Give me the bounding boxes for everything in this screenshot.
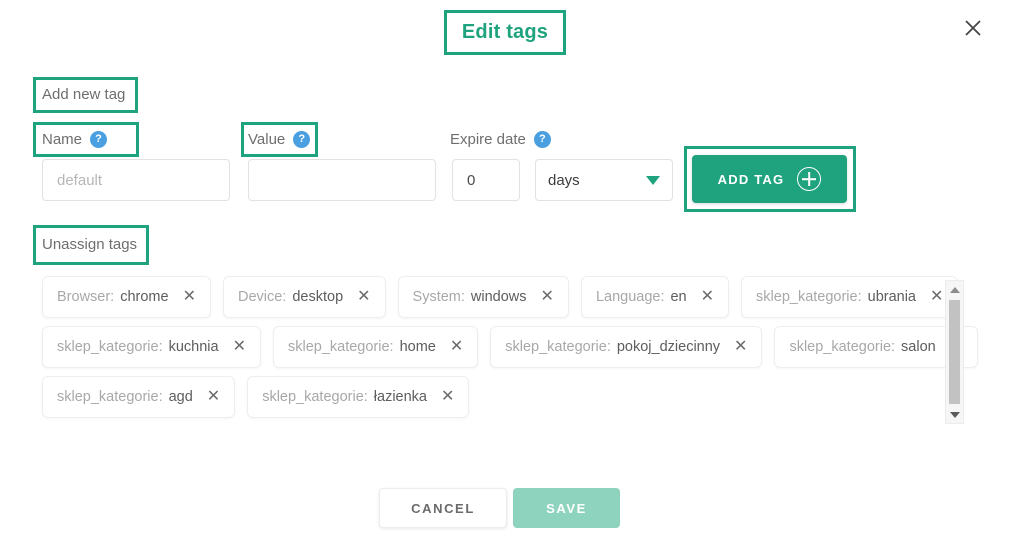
name-field-label: Name ?: [42, 131, 108, 148]
tag-chip[interactable]: Browser: chrome ✕: [42, 276, 211, 318]
scroll-up-button[interactable]: [946, 281, 963, 298]
unassign-tags-section-label: Unassign tags: [42, 236, 138, 253]
chevron-up-icon: [949, 286, 960, 293]
expire-date-field-label: Expire date ?: [450, 131, 551, 148]
tag-chip-value: ubrania: [867, 289, 916, 305]
expire-date-label-text: Expire date: [450, 131, 526, 148]
tag-chip-value: pokoj_dziecinny: [616, 339, 721, 355]
add-tag-button[interactable]: ADD TAG: [692, 155, 847, 203]
tag-chip-value: salon: [901, 339, 936, 355]
tag-chip-value: windows: [470, 289, 527, 305]
tag-remove-icon[interactable]: ✕: [233, 339, 246, 355]
tag-chip[interactable]: sklep_kategorie: kuchnia ✕: [42, 326, 261, 368]
edit-tags-dialog: Edit tags Add new tag Name ? Value ? Exp…: [0, 0, 1009, 548]
page-title: Edit tags: [461, 20, 549, 43]
tag-chip[interactable]: Language: en ✕: [580, 276, 730, 318]
tag-chip-key: sklep_kategorie:: [756, 289, 862, 305]
unassign-tags-list: Browser: chrome ✕ Device: desktop ✕ System: win…: [42, 276, 979, 424]
tag-remove-icon[interactable]: ✕: [357, 289, 370, 305]
chevron-down-icon: [646, 175, 660, 185]
tag-chip-value: kuchnia: [168, 339, 219, 355]
value-label-text: Value: [248, 131, 286, 148]
tag-remove-icon[interactable]: ✕: [207, 389, 220, 405]
tag-remove-icon[interactable]: ✕: [183, 289, 196, 305]
expire-date-help-icon[interactable]: ?: [533, 131, 551, 148]
tag-remove-icon[interactable]: ✕: [541, 289, 554, 305]
cancel-button[interactable]: CANCEL: [379, 488, 507, 528]
tag-chip[interactable]: sklep_kategorie: ubrania ✕: [741, 276, 959, 318]
tag-chip-row: Browser: chrome ✕ Device: desktop ✕ System: win…: [42, 276, 959, 318]
tag-chip[interactable]: Device: desktop ✕: [222, 276, 386, 318]
tag-remove-icon[interactable]: ✕: [701, 289, 714, 305]
add-tag-button-label: ADD TAG: [717, 171, 785, 187]
tag-chip-row: sklep_kategorie: agd ✕ sklep_kategorie: łazi…: [42, 376, 932, 418]
value-field-label: Value ?: [248, 131, 311, 148]
tag-value-input[interactable]: [248, 159, 436, 201]
tag-remove-icon[interactable]: ✕: [734, 339, 747, 355]
tag-chip[interactable]: sklep_kategorie: home ✕: [272, 326, 479, 368]
tag-chip[interactable]: sklep_kategorie: łazienka ✕: [247, 376, 470, 418]
tag-chip-value: home: [399, 339, 436, 355]
add-new-tag-section-label: Add new tag: [42, 86, 126, 103]
tag-name-input[interactable]: [42, 159, 230, 201]
tag-chip-key: sklep_kategorie:: [287, 339, 394, 355]
tag-remove-icon[interactable]: ✕: [930, 289, 943, 305]
save-button[interactable]: SAVE: [513, 488, 620, 528]
expire-unit-select[interactable]: days: [535, 159, 673, 201]
tag-chip[interactable]: sklep_kategorie: agd ✕: [42, 376, 236, 418]
tag-chip-value: chrome: [120, 289, 169, 305]
tag-chip-key: sklep_kategorie:: [262, 389, 368, 405]
tag-chip-key: Language:: [595, 289, 665, 305]
tag-chip-key: Browser:: [57, 289, 115, 305]
chevron-down-icon: [949, 411, 960, 418]
tag-chip-value: agd: [168, 389, 193, 405]
expire-unit-value: days: [548, 171, 580, 189]
scroll-down-button[interactable]: [946, 406, 963, 423]
tag-chip[interactable]: System: windows ✕: [397, 276, 569, 318]
tag-chip-key: sklep_kategorie:: [789, 339, 896, 355]
tag-chip-value: desktop: [292, 289, 344, 305]
tags-scrollbar[interactable]: [945, 280, 964, 424]
tag-chip-key: sklep_kategorie:: [505, 339, 611, 355]
tag-chip-row: sklep_kategorie: kuchnia ✕ sklep_kategorie:…: [42, 326, 979, 368]
tag-chip-key: Device:: [237, 289, 287, 305]
close-icon[interactable]: [957, 12, 989, 44]
tag-chip-key: System:: [412, 289, 465, 305]
tag-chip-key: sklep_kategorie:: [57, 339, 163, 355]
tag-chip-key: sklep_kategorie:: [57, 389, 163, 405]
tag-chip-value: łazienka: [373, 389, 427, 405]
name-label-text: Name: [42, 131, 83, 148]
plus-circle-icon: [797, 167, 822, 191]
tag-chip-value: en: [670, 289, 687, 305]
tag-remove-icon[interactable]: ✕: [441, 389, 454, 405]
value-help-icon[interactable]: ?: [293, 131, 311, 148]
scrollbar-thumb[interactable]: [949, 300, 960, 404]
tag-remove-icon[interactable]: ✕: [450, 339, 463, 355]
name-help-icon[interactable]: ?: [90, 131, 108, 148]
tag-chip[interactable]: sklep_kategorie: pokoj_dziecinny ✕: [490, 326, 763, 368]
expire-amount-input[interactable]: [452, 159, 520, 201]
